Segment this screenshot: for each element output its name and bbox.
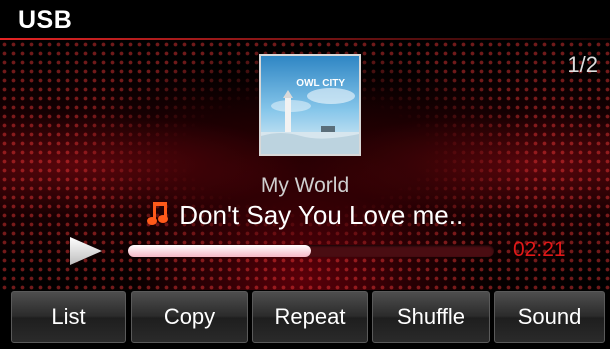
track-counter: 1/2 [567,52,598,77]
elapsed-time: 02:21 [513,238,566,261]
title-bar: USB [0,0,610,42]
album-art-image [261,56,359,154]
album-art-caption: OWL CITY [296,78,345,89]
song-row: Don't Say You Love me.. [0,200,610,231]
shuffle-button-label: Shuffle [396,304,466,329]
shuffle-button[interactable]: Shuffle [372,291,490,343]
sound-button-label: Sound [517,304,582,329]
copy-button[interactable]: Copy [131,291,248,343]
progress-fill [128,245,311,257]
repeat-button-label: Repeat [274,304,346,329]
repeat-button[interactable]: Repeat [252,291,368,343]
music-note-icon [146,200,169,231]
source-title: USB [18,6,73,34]
list-button-label: List [51,304,86,329]
album-art[interactable]: OWL CITY [259,54,361,156]
play-icon[interactable] [68,236,104,271]
artist-name: My World [260,174,350,197]
title-divider [0,38,610,40]
song-title: Don't Say You Love me.. [179,200,464,230]
usb-media-screen: USB 1/2 OWL CITY My World Don't Say You … [0,0,610,349]
list-button[interactable]: List [11,291,126,343]
bottom-button-bar: List Copy Repeat Shuffle Sound [0,290,610,349]
copy-button-label: Copy [163,304,216,329]
progress-bar[interactable] [128,245,494,257]
sound-button[interactable]: Sound [494,291,605,343]
